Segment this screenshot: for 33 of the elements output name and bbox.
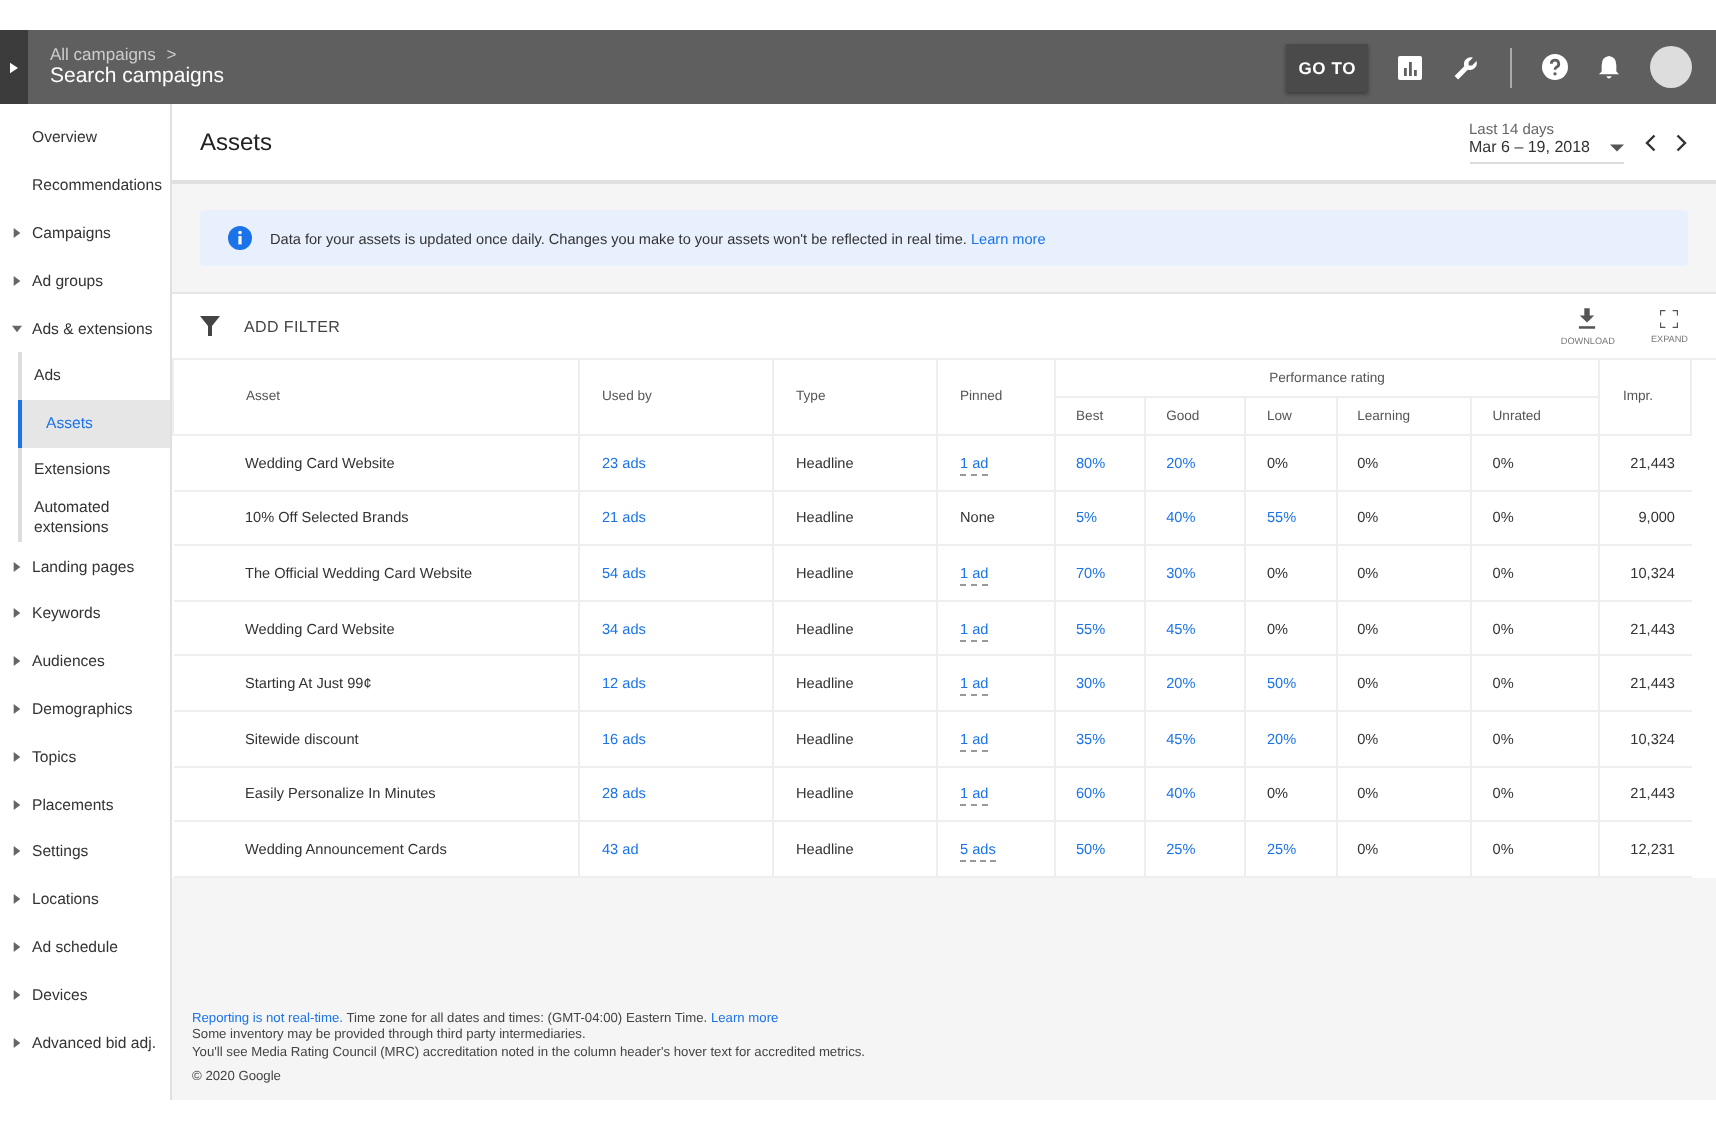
chevron-right-icon[interactable] <box>1676 133 1688 151</box>
caret-right-icon <box>10 61 18 73</box>
caret-right-icon <box>12 846 22 857</box>
caret-right-icon <box>12 941 22 952</box>
caret-right-icon <box>12 227 22 238</box>
caret-right-icon <box>12 561 22 572</box>
caret-right-icon <box>12 751 22 762</box>
campaign-title: Search campaigns <box>50 64 224 91</box>
notifications-icon[interactable] <box>1598 54 1620 80</box>
caret-right-icon <box>12 989 22 1000</box>
dropdown-icon <box>1610 144 1624 152</box>
menu-toggle[interactable] <box>0 30 28 104</box>
caret-right-icon <box>12 799 22 810</box>
wrench-icon[interactable] <box>1452 53 1480 81</box>
page-title: Assets <box>200 128 273 156</box>
caret-right-icon <box>12 1037 22 1048</box>
goto-button[interactable]: GO TO <box>1286 43 1368 91</box>
breadcrumb-link[interactable]: All campaigns > <box>50 43 224 65</box>
caret-right-icon <box>12 703 22 714</box>
help-icon[interactable] <box>1542 54 1568 80</box>
caret-down-icon <box>12 323 22 334</box>
avatar[interactable] <box>1650 46 1692 88</box>
caret-right-icon <box>12 608 22 619</box>
chevron-left-icon[interactable] <box>1644 133 1656 151</box>
reports-icon[interactable] <box>1398 55 1422 79</box>
download-icon <box>1578 307 1597 329</box>
fullscreen-icon <box>1660 309 1679 327</box>
filter-icon[interactable] <box>200 316 220 336</box>
add-filter-button[interactable]: ADD FILTER <box>244 317 341 335</box>
caret-right-icon <box>12 656 22 667</box>
caret-right-icon <box>12 894 22 905</box>
info-icon <box>228 226 252 250</box>
caret-right-icon <box>12 275 22 286</box>
